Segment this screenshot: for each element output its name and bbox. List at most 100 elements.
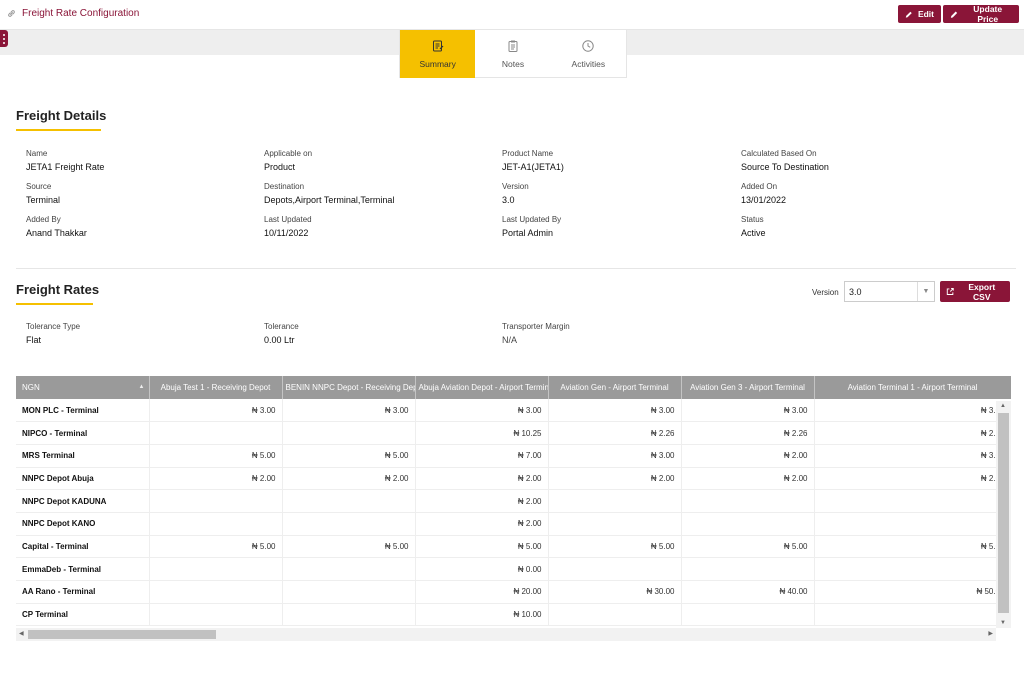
rates-value: N/A (502, 335, 518, 345)
rate-cell: ₦ 2.00 (681, 467, 815, 491)
section-divider (16, 268, 1016, 269)
scroll-down-icon[interactable]: ▼ (1000, 620, 1006, 626)
row-location-cell: MRS Terminal (16, 444, 150, 468)
table-row[interactable]: CP Terminal ₦ 10.00 (16, 603, 1011, 627)
export-icon (946, 288, 954, 295)
table-row[interactable]: NIPCO - Terminal ₦ 10.25 ₦ 2.26 ₦ 2.26 ₦ 2.2… (16, 421, 1011, 445)
row-location-cell: NNPC Depot KANO (16, 512, 150, 536)
grid-header-row: NGN ▲ Abuja Test 1 - Receiving Depot BENIN … (16, 376, 1011, 399)
rate-cell (814, 557, 1011, 581)
detail-label: Last Updated By (502, 215, 562, 224)
rate-cell: ₦ 3.00 (681, 399, 815, 423)
detail-field-name: Name JETA1 Freight Rate (26, 149, 104, 172)
tab-summary[interactable]: Summary (400, 30, 476, 78)
scroll-left-icon[interactable]: ◀ (19, 630, 24, 637)
sort-asc-icon[interactable]: ▲ (139, 384, 145, 390)
detail-field-last-updated: Last Updated 10/11/2022 (264, 215, 312, 238)
column-header[interactable]: Abuja Test 1 - Receiving Depot (149, 376, 283, 399)
chevron-down-icon: ▼ (917, 282, 934, 301)
rate-cell: ₦ 10.25 (415, 421, 549, 445)
update-price-button[interactable]: Update Price (943, 4, 1019, 24)
rate-cell: ₦ 5.00 (681, 535, 815, 559)
rate-cell: ₦ 5.00 (814, 535, 1011, 559)
rate-cell: ₦ 5.00 (282, 444, 416, 468)
rate-cell (282, 512, 416, 536)
row-location-cell: EmmaDeb - Terminal (16, 557, 150, 581)
export-csv-label: Export CSV (968, 281, 996, 302)
detail-value: Portal Admin (502, 228, 554, 238)
rate-cell: ₦ 2.00 (149, 467, 283, 491)
scroll-up-icon[interactable]: ▲ (1000, 403, 1006, 409)
rate-cell: ₦ 3.00 (415, 399, 549, 423)
tab-summary-label: Summary (419, 59, 456, 69)
vertical-scroll-thumb[interactable] (998, 413, 1009, 613)
activities-icon (582, 40, 595, 52)
column-header[interactable]: BENIN NNPC Depot - Receiving Depot (282, 376, 416, 399)
detail-field-calculated-based-on: Calculated Based On Source To Destination (741, 149, 829, 172)
freight-rates-heading: Freight Rates (16, 282, 99, 305)
column-header[interactable]: Abuja Aviation Depot - Airport Terminal (415, 376, 549, 399)
detail-field-applicable-on: Applicable on Product (264, 149, 312, 172)
table-row[interactable]: MON PLC - Terminal ₦ 3.00 ₦ 3.00 ₦ 3.00 ₦ 3.… (16, 399, 1011, 423)
detail-label: Added On (741, 182, 778, 191)
export-csv-button[interactable]: Export CSV (940, 281, 1010, 302)
rate-cell: ₦ 50.00 (814, 580, 1011, 604)
rate-cell: ₦ 2.26 (681, 421, 815, 445)
rate-cell (149, 421, 283, 445)
table-row[interactable]: MRS Terminal ₦ 5.00 ₦ 5.00 ₦ 7.00 ₦ 3.00 ₦ 2.… (16, 444, 1011, 468)
table-row[interactable]: NNPC Depot KANO ₦ 2.00 (16, 512, 1011, 536)
version-select[interactable]: 3.0 ▼ (844, 281, 935, 302)
side-menu-handle[interactable] (0, 30, 8, 47)
rates-field-transporter-margin: Transporter Margin N/A (502, 322, 570, 345)
version-select-value: 3.0 (849, 286, 862, 297)
detail-label: Source (26, 182, 52, 191)
rate-cell: ₦ 40.00 (681, 580, 815, 604)
rates-value: Flat (26, 335, 42, 345)
tab-activities[interactable]: Activities (551, 30, 626, 78)
horizontal-scrollbar[interactable]: ◀ ▶ (16, 628, 996, 641)
column-header[interactable]: Aviation Gen 3 - Airport Terminal (681, 376, 815, 399)
rate-cell (149, 489, 283, 513)
table-row[interactable]: NNPC Depot KADUNA ₦ 2.00 (16, 489, 1011, 513)
table-row[interactable]: EmmaDeb - Terminal ₦ 0.00 (16, 557, 1011, 581)
tab-notes[interactable]: Notes (475, 30, 550, 78)
rate-cell: ₦ 30.00 (548, 580, 682, 604)
detail-field-product-name: Product Name JET-A1(JETA1) (502, 149, 564, 172)
edit-button-label: Edit (917, 9, 934, 19)
rate-cell: ₦ 20.00 (415, 580, 549, 604)
vertical-scrollbar[interactable]: ▲ ▼ (996, 401, 1011, 628)
rate-cell: ₦ 5.00 (149, 444, 283, 468)
rate-cell: ₦ 0.00 (415, 557, 549, 581)
detail-field-status: Status Active (741, 215, 766, 238)
rate-cell: ₦ 2.00 (415, 512, 549, 536)
rate-cell: ₦ 5.00 (415, 535, 549, 559)
detail-field-version: Version 3.0 (502, 182, 529, 205)
rate-cell: ₦ 5.00 (548, 535, 682, 559)
rate-cell: ₦ 3.00 (548, 444, 682, 468)
tab-activities-label: Activities (571, 59, 606, 69)
table-row[interactable]: AA Rano - Terminal ₦ 20.00 ₦ 30.00 ₦ 40.00 ₦… (16, 580, 1011, 604)
detail-label: Calculated Based On (741, 149, 817, 158)
horizontal-scroll-thumb[interactable] (28, 630, 216, 639)
rate-cell (149, 580, 283, 604)
column-header-ngn[interactable]: NGN ▲ (16, 376, 150, 399)
rate-cell (282, 580, 416, 604)
table-row[interactable]: NNPC Depot Abuja ₦ 2.00 ₦ 2.00 ₦ 2.00 ₦ 2.00… (16, 467, 1011, 491)
detail-label: Last Updated (264, 215, 312, 224)
column-header[interactable]: Aviation Gen - Airport Terminal (548, 376, 682, 399)
rate-cell (282, 603, 416, 627)
heading-underline (16, 303, 93, 305)
row-location-cell: AA Rano - Terminal (16, 580, 150, 604)
detail-value: 3.0 (502, 195, 515, 205)
rate-cell: ₦ 2.26 (548, 421, 682, 445)
freight-rates-heading-text: Freight Rates (16, 282, 100, 297)
detail-field-last-updated-by: Last Updated By Portal Admin (502, 215, 561, 238)
tab-strip: Summary Notes Activities (399, 30, 627, 78)
scroll-right-icon[interactable]: ▶ (988, 630, 993, 637)
rate-cell (548, 512, 682, 536)
column-header[interactable]: Aviation Terminal 1 - Airport Terminal (814, 376, 1011, 399)
table-row[interactable]: Capital - Terminal ₦ 5.00 ₦ 5.00 ₦ 5.00 ₦ 5.… (16, 535, 1011, 559)
detail-value: Source To Destination (741, 162, 829, 172)
edit-button[interactable]: Edit (898, 5, 941, 23)
rate-cell: ₦ 2.00 (282, 467, 416, 491)
